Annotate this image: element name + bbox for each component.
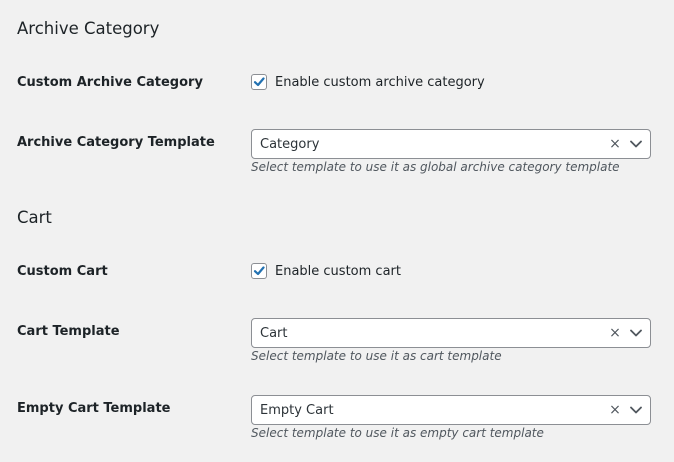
custom-cart-option[interactable]: Enable custom cart [251,263,401,279]
archive-category-template-select[interactable]: Category × [251,129,651,159]
chevron-down-icon[interactable] [626,323,646,343]
chevron-down-icon[interactable] [626,134,646,154]
archive-category-template-description: Select template to use it as global arch… [251,160,620,174]
archive-category-template-value: Category [260,136,320,152]
archive-section-title: Archive Category [17,19,160,38]
cart-template-label: Cart Template [17,324,120,339]
custom-archive-category-checkbox-label[interactable]: Enable custom archive category [275,75,485,90]
cart-template-select[interactable]: Cart × [251,318,651,348]
empty-cart-template-description: Select template to use it as empty cart … [251,426,544,440]
clear-icon[interactable]: × [608,326,622,340]
chevron-down-icon[interactable] [626,400,646,420]
checkmark-icon [253,266,265,276]
empty-cart-template-label: Empty Cart Template [17,401,171,416]
cart-section-title: Cart [17,208,52,227]
clear-icon[interactable]: × [608,137,622,151]
custom-cart-label: Custom Cart [17,264,108,279]
checkmark-icon [253,77,265,87]
custom-cart-checkbox[interactable] [251,263,267,279]
custom-cart-checkbox-label[interactable]: Enable custom cart [275,264,401,279]
custom-archive-category-option[interactable]: Enable custom archive category [251,74,485,90]
clear-icon[interactable]: × [608,403,622,417]
cart-template-value: Cart [260,325,288,341]
custom-archive-category-label: Custom Archive Category [17,75,203,90]
archive-category-template-label: Archive Category Template [17,135,215,150]
empty-cart-template-select[interactable]: Empty Cart × [251,395,651,425]
empty-cart-template-value: Empty Cart [260,402,334,418]
cart-template-description: Select template to use it as cart templa… [251,349,502,363]
custom-archive-category-checkbox[interactable] [251,74,267,90]
